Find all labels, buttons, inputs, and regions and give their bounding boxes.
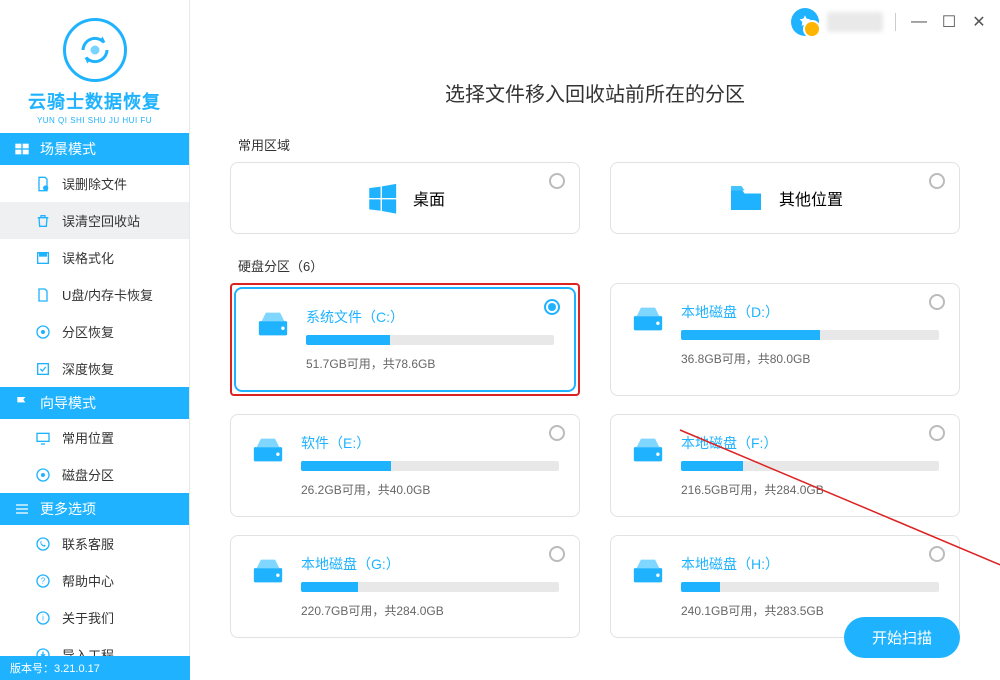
disk-card-1[interactable]: 本地磁盘（D:） 36.8GB可用，共80.0GB — [610, 283, 960, 396]
disk-info: 26.2GB可用，共40.0GB — [301, 481, 559, 498]
app-pinyin: YUN QI SHI SHU JU HUI FU — [0, 116, 189, 125]
section-label: 更多选项 — [40, 499, 96, 519]
drive-icon — [631, 556, 665, 586]
radio-icon — [544, 299, 560, 315]
menu-usb[interactable]: U盘/内存卡恢复 — [0, 276, 189, 313]
desktop-label: 桌面 — [413, 186, 445, 210]
menu-common-location[interactable]: 常用位置 — [0, 419, 189, 456]
logo-icon — [77, 32, 113, 68]
usage-bar — [301, 582, 559, 592]
section-scene-mode[interactable]: 场景模式 — [0, 133, 189, 165]
radio-icon — [549, 546, 565, 562]
hdd-icon — [34, 466, 52, 484]
section-more[interactable]: 更多选项 — [0, 493, 189, 525]
disk-name: 本地磁盘（G:） — [301, 554, 559, 574]
radio-icon — [549, 173, 565, 189]
info-icon: i — [34, 609, 52, 627]
menu-help[interactable]: ?帮助中心 — [0, 562, 189, 599]
menu-partition[interactable]: 分区恢复 — [0, 313, 189, 350]
drive-icon — [631, 435, 665, 465]
disk-info: 36.8GB可用，共80.0GB — [681, 350, 939, 367]
phone-icon — [34, 535, 52, 553]
menu-recycle-bin[interactable]: 误清空回收站 — [0, 202, 189, 239]
app-name: 云骑士数据恢复 — [0, 88, 189, 114]
trash-icon — [34, 212, 52, 230]
scene-icon — [14, 141, 32, 157]
usage-bar — [681, 330, 939, 340]
main-panel: 选择文件移入回收站前所在的分区 常用区域 桌面 其他位置 硬盘分区（6） 系统文… — [190, 0, 1000, 680]
page-title: 选择文件移入回收站前所在的分区 — [230, 78, 960, 107]
usage-bar — [306, 335, 554, 345]
folder-icon — [727, 183, 765, 213]
radio-icon — [929, 294, 945, 310]
drive-icon — [631, 304, 665, 334]
card-other-location[interactable]: 其他位置 — [610, 162, 960, 234]
menu-deleted-files[interactable]: 误删除文件 — [0, 165, 189, 202]
radio-icon — [929, 425, 945, 441]
windows-icon — [365, 181, 399, 215]
disk-icon — [34, 323, 52, 341]
radio-icon — [929, 173, 945, 189]
sd-icon — [34, 286, 52, 304]
menu-about[interactable]: i关于我们 — [0, 599, 189, 636]
radio-icon — [549, 425, 565, 441]
disk-name: 软件（E:） — [301, 433, 559, 453]
flag-icon — [14, 395, 32, 411]
disk-name: 本地磁盘（H:） — [681, 554, 939, 574]
disk-info: 220.7GB可用，共284.0GB — [301, 602, 559, 619]
disk-name: 本地磁盘（F:） — [681, 433, 939, 453]
disk-info: 51.7GB可用，共78.6GB — [306, 355, 554, 372]
disk-card-0[interactable]: 系统文件（C:） 51.7GB可用，共78.6GB — [234, 287, 576, 392]
logo: 云骑士数据恢复 YUN QI SHI SHU JU HUI FU — [0, 0, 189, 133]
disk-card-2[interactable]: 软件（E:） 26.2GB可用，共40.0GB — [230, 414, 580, 517]
version-label: 版本号：3.21.0.17 — [0, 656, 190, 680]
deep-icon — [34, 360, 52, 378]
monitor-icon — [34, 429, 52, 447]
menu-format[interactable]: 误格式化 — [0, 239, 189, 276]
help-icon: ? — [34, 572, 52, 590]
section-label: 场景模式 — [40, 139, 96, 159]
disk-card-4[interactable]: 本地磁盘（G:） 220.7GB可用，共284.0GB — [230, 535, 580, 638]
disk-info: 216.5GB可用，共284.0GB — [681, 481, 939, 498]
disk-name: 本地磁盘（D:） — [681, 302, 939, 322]
save-icon — [34, 249, 52, 267]
usage-bar — [681, 461, 939, 471]
disk-grid: 系统文件（C:） 51.7GB可用，共78.6GB 本地磁盘（D:） 36.8GB可用… — [230, 283, 960, 638]
drive-icon — [251, 556, 285, 586]
file-icon — [34, 175, 52, 193]
disk-card-3[interactable]: 本地磁盘（F:） 216.5GB可用，共284.0GB — [610, 414, 960, 517]
drive-icon — [251, 435, 285, 465]
svg-text:?: ? — [41, 576, 46, 585]
usage-bar — [681, 582, 939, 592]
section-label: 向导模式 — [40, 393, 96, 413]
section-wizard-mode[interactable]: 向导模式 — [0, 387, 189, 419]
menu-icon — [14, 501, 32, 517]
radio-icon — [929, 546, 945, 562]
disk-partition-label: 硬盘分区（6） — [238, 256, 960, 275]
sidebar: 云骑士数据恢复 YUN QI SHI SHU JU HUI FU 场景模式 误删… — [0, 0, 190, 680]
card-desktop[interactable]: 桌面 — [230, 162, 580, 234]
other-label: 其他位置 — [779, 186, 843, 210]
usage-bar — [301, 461, 559, 471]
disk-name: 系统文件（C:） — [306, 307, 554, 327]
start-scan-button[interactable]: 开始扫描 — [844, 617, 960, 658]
drive-icon — [256, 309, 290, 339]
menu-deep[interactable]: 深度恢复 — [0, 350, 189, 387]
menu-contact[interactable]: 联系客服 — [0, 525, 189, 562]
svg-text:i: i — [42, 613, 44, 622]
menu-disk-partition[interactable]: 磁盘分区 — [0, 456, 189, 493]
common-area-label: 常用区域 — [238, 135, 960, 154]
